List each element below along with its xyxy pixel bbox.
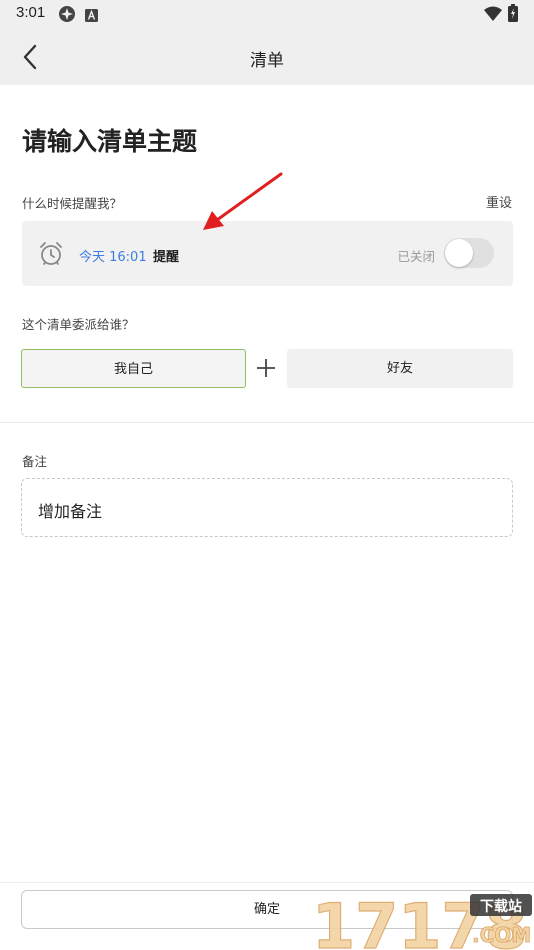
confirm-button[interactable]: 确定 [21, 890, 513, 929]
reminder-question-label: 什么时候提醒我？ [22, 196, 123, 211]
wifi-icon [484, 6, 502, 25]
alarm-clock-icon [39, 241, 63, 271]
toggle-state-text: 已关闭 [397, 249, 435, 264]
battery-icon [508, 4, 518, 26]
assign-question-label: 这个清单委派给谁？ [22, 317, 135, 332]
a-letter-icon [85, 7, 98, 26]
status-time: 3:01 [16, 4, 46, 21]
reminder-toggle[interactable] [444, 238, 494, 268]
note-input[interactable]: 增加备注 [21, 478, 513, 537]
reminder-label: 提醒 [153, 250, 180, 265]
reminder-time[interactable]: 今天 16:01 [79, 246, 147, 265]
app-notification-icon [58, 5, 76, 27]
assign-self-button[interactable]: 我自己 [21, 349, 246, 388]
app-bar: 清单 [0, 28, 534, 85]
note-label: 备注 [22, 454, 48, 469]
list-title-input[interactable]: 请输入清单主题 [22, 122, 197, 158]
annotation-arrow [203, 172, 283, 230]
reset-button[interactable]: 重设 [486, 192, 512, 211]
toggle-knob [445, 239, 473, 267]
plus-icon[interactable] [255, 357, 277, 379]
assign-friend-button[interactable]: 好友 [287, 349, 513, 388]
status-bar: 3:01 [0, 0, 534, 28]
page-header-title: 清单 [250, 51, 284, 71]
section-divider [0, 422, 534, 423]
